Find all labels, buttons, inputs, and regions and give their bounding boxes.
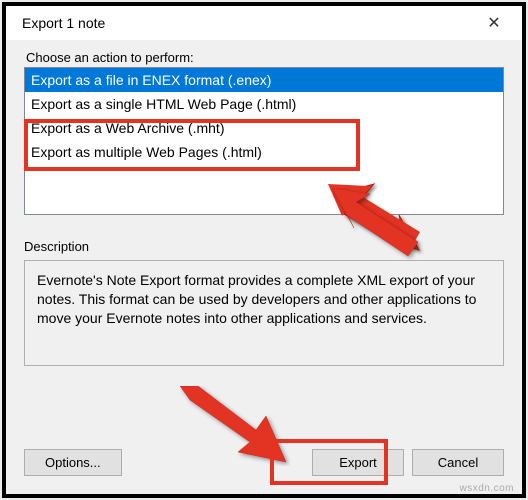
list-item-single-html[interactable]: Export as a single HTML Web Page (.html)	[25, 92, 503, 116]
description-text: Evernote's Note Export format provides a…	[24, 260, 504, 366]
button-row: Options... Export Cancel	[24, 449, 504, 476]
choose-action-label: Choose an action to perform:	[24, 50, 504, 65]
list-item-multiple-html[interactable]: Export as multiple Web Pages (.html)	[25, 140, 503, 164]
description-label: Description	[24, 239, 504, 254]
close-icon: ✕	[487, 13, 500, 33]
options-button[interactable]: Options...	[24, 449, 122, 476]
list-item-enex[interactable]: Export as a file in ENEX format (.enex)	[25, 68, 503, 92]
close-button[interactable]: ✕	[474, 8, 514, 38]
titlebar: Export 1 note ✕	[6, 6, 522, 40]
watermark: wsxdn.com	[459, 483, 514, 494]
export-button[interactable]: Export	[312, 449, 404, 476]
action-listbox[interactable]: Export as a file in ENEX format (.enex) …	[24, 67, 504, 215]
list-item-web-archive[interactable]: Export as a Web Archive (.mht)	[25, 116, 503, 140]
dialog-window: Export 1 note ✕ Choose an action to perf…	[2, 2, 526, 498]
cancel-button[interactable]: Cancel	[412, 449, 504, 476]
dialog-content: Choose an action to perform: Export as a…	[6, 40, 522, 494]
window-title: Export 1 note	[22, 15, 105, 31]
button-group-right: Export Cancel	[312, 449, 504, 476]
